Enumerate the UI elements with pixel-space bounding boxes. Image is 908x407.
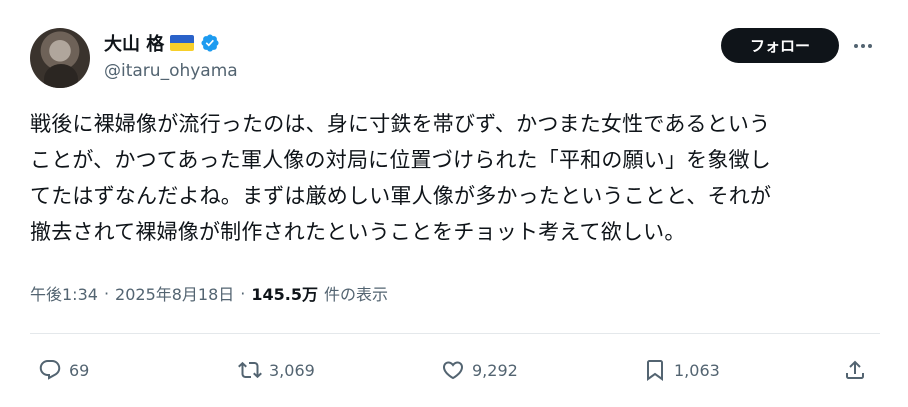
verified-badge-icon[interactable]	[200, 33, 220, 53]
ukraine-flag-icon	[170, 35, 195, 51]
follow-button[interactable]: フォロー	[721, 28, 839, 63]
tweet-line: 戦後に裸婦像が流行ったのは、身に寸鉄を帯びず、かつまた女性であるという	[30, 112, 771, 136]
tweet-time[interactable]: 午後1:34	[30, 281, 98, 305]
author-name[interactable]: 大山 格	[104, 30, 164, 56]
reply-button[interactable]: 69	[38, 355, 89, 385]
retweet-count: 3,069	[269, 360, 315, 380]
tweet-line: ことが、かつてあった軍人像の対局に位置づけられた「平和の願い」を象徴し	[30, 148, 771, 172]
divider	[30, 333, 880, 334]
views-count[interactable]: 145.5万	[251, 281, 318, 305]
views-label: 件の表示	[324, 285, 389, 304]
tweet-meta: 午後1:34 · 2025年8月18日 · 145.5万 件の表示	[30, 281, 388, 305]
bookmark-button[interactable]: 1,063	[643, 355, 720, 385]
reply-icon	[39, 360, 61, 380]
tweet-date[interactable]: 2025年8月18日	[115, 281, 234, 305]
tweet-text: 戦後に裸婦像が流行ったのは、身に寸鉄を帯びず、かつまた女性であるという ことが、…	[30, 106, 880, 250]
tweet-line: てたはずなんだよね。まずは厳めしい軍人像が多かったということと、それが	[30, 184, 772, 208]
more-icon[interactable]	[848, 32, 878, 60]
like-count: 9,292	[472, 360, 518, 380]
avatar[interactable]	[30, 28, 90, 88]
share-icon	[846, 360, 864, 379]
author-row: 大山 格	[104, 31, 220, 55]
bookmark-count: 1,063	[674, 360, 720, 380]
retweet-button[interactable]: 3,069	[238, 355, 315, 385]
reply-count: 69	[69, 360, 90, 380]
heart-icon	[442, 361, 464, 380]
share-button[interactable]	[843, 355, 867, 385]
meta-separator: ·	[240, 283, 246, 303]
tweet-card: 大山 格 @itaru_ohyama フォロー 戦後に裸婦像が流行ったのは、身に…	[0, 0, 908, 407]
retweet-icon	[238, 361, 262, 379]
like-button[interactable]: 9,292	[441, 355, 518, 385]
tweet-line: 撤去されて裸婦像が制作されたということをチョット考えて欲しい。	[30, 220, 686, 244]
meta-separator: ·	[103, 283, 110, 303]
bookmark-icon	[647, 360, 663, 381]
author-handle[interactable]: @itaru_ohyama	[104, 61, 238, 81]
